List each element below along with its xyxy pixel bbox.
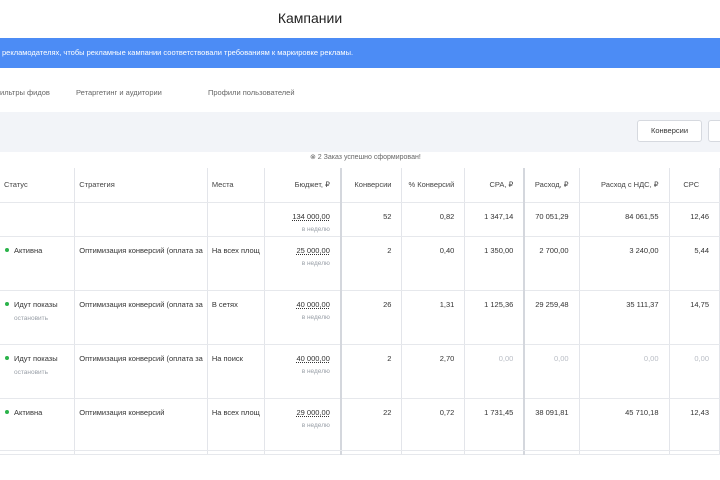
spend-cell: 29 259,48 xyxy=(524,290,580,345)
cpa-cell: 1 350,00 xyxy=(464,236,526,291)
info-banner: рекламодателях, чтобы рекламные кампании… xyxy=(0,38,720,68)
stop-link[interactable]: остановить xyxy=(14,313,58,324)
campaigns-page: Кампании рекламодателях, чтобы рекламные… xyxy=(0,0,720,480)
cpa-cell: 1 125,36 xyxy=(464,290,526,345)
column-header-strategy[interactable]: Стратегия xyxy=(74,168,208,203)
column-header-conversion-rate[interactable]: % Конверсий xyxy=(401,168,466,203)
toolbar-extra-button[interactable] xyxy=(708,120,720,142)
strategy-cell: Оптимизация конверсий xyxy=(74,398,208,455)
budget-cell: 29 000,00 в неделю xyxy=(264,398,342,455)
status-active-dot-icon xyxy=(5,248,9,252)
column-header-cpa[interactable]: CPA, ₽ xyxy=(464,168,526,203)
campaigns-table: Статус Стратегия Места Бюджет, ₽ Конверс… xyxy=(0,168,720,455)
column-header-places[interactable]: Места xyxy=(207,168,265,203)
budget-cell: 40 000,00 в неделю xyxy=(264,344,342,399)
budget-period: в неделю xyxy=(301,422,330,429)
totals-budget-cell: 134 000,00 в неделю xyxy=(264,202,342,237)
spend-cell: 2 700,00 xyxy=(524,236,580,291)
status-active-dot-icon xyxy=(5,356,9,360)
conversions-cell: 22 xyxy=(340,398,403,455)
budget-period: в неделю xyxy=(301,314,330,321)
column-header-status[interactable]: Статус xyxy=(0,168,76,203)
cpa-cell: 1 731,45 xyxy=(464,398,526,455)
column-header-budget[interactable]: Бюджет, ₽ xyxy=(264,168,342,203)
spend-vat-cell: 3 240,00 xyxy=(579,236,670,291)
column-header-spend[interactable]: Расход, ₽ xyxy=(524,168,580,203)
budget-period: в неделю xyxy=(301,260,330,267)
budget-cell: 25 000,00 в неделю xyxy=(264,236,342,291)
table-row[interactable]: Активна Оптимизация конверсий На всех пл… xyxy=(0,398,720,455)
totals-conversion-rate: 0,82 xyxy=(401,202,466,237)
conversions-button[interactable]: Конверсии xyxy=(637,120,702,142)
column-header-cpc[interactable]: CPC xyxy=(669,168,720,203)
budget-value[interactable]: 29 000,00 xyxy=(269,407,330,418)
budget-cell: 40 000,00 в неделю xyxy=(264,290,342,345)
strategy-cell: Оптимизация конверсий (оплата за xyxy=(74,236,208,291)
notice-text: ⊗ 2 Заказ успешно сформирован! xyxy=(310,154,421,161)
conversion-rate-cell: 2,70 xyxy=(401,344,466,399)
budget-period: в неделю xyxy=(301,368,330,375)
cpc-cell: 14,75 xyxy=(669,290,720,345)
tab-feed-filters[interactable]: ильтры фидов xyxy=(0,88,50,97)
places-cell: На всех площ xyxy=(207,398,265,455)
status-cell: Идут показы остановить xyxy=(0,344,76,399)
strategy-cell: Оптимизация конверсий (оплата за xyxy=(74,344,208,399)
table-row[interactable]: Идут показы остановить Оптимизация конве… xyxy=(0,344,720,399)
cpc-cell: 5,44 xyxy=(669,236,720,291)
status-label: Идут показы xyxy=(14,354,58,363)
budget-value[interactable]: 25 000,00 xyxy=(269,245,330,256)
spend-vat-cell: 0,00 xyxy=(579,344,670,399)
spend-vat-cell: 45 710,18 xyxy=(579,398,670,455)
table-row[interactable]: Активна Оптимизация конверсий (оплата за… xyxy=(0,236,720,291)
totals-budget-period: в неделю xyxy=(301,226,330,233)
conversion-rate-cell: 0,40 xyxy=(401,236,466,291)
status-label: Активна xyxy=(14,408,43,417)
status-label: Идут показы xyxy=(14,300,58,309)
spend-cell: 38 091,81 xyxy=(524,398,580,455)
status-cell: Идут показы остановить xyxy=(0,290,76,345)
column-header-conversions[interactable]: Конверсии xyxy=(340,168,403,203)
cpc-cell: 0,00 xyxy=(669,344,720,399)
column-header-spend-vat[interactable]: Расход с НДС, ₽ xyxy=(579,168,670,203)
places-cell: На всех площ xyxy=(207,236,265,291)
totals-spend: 70 051,29 xyxy=(524,202,580,237)
tab-retargeting[interactable]: Ретаргетинг и аудитории xyxy=(76,88,162,97)
places-cell: В сетях xyxy=(207,290,265,345)
conversion-rate-cell: 1,31 xyxy=(401,290,466,345)
status-cell: Активна xyxy=(0,236,76,291)
table-bottom-divider xyxy=(0,450,720,451)
conversions-cell: 2 xyxy=(340,344,403,399)
conversions-cell: 26 xyxy=(340,290,403,345)
status-active-dot-icon xyxy=(5,410,9,414)
totals-conversions: 52 xyxy=(340,202,403,237)
spend-cell: 0,00 xyxy=(524,344,580,399)
status-cell: Активна xyxy=(0,398,76,455)
totals-spend-vat: 84 061,55 xyxy=(579,202,670,237)
budget-value[interactable]: 40 000,00 xyxy=(269,299,330,310)
conversion-rate-cell: 0,72 xyxy=(401,398,466,455)
totals-cpc: 12,46 xyxy=(669,202,720,237)
conversions-cell: 2 xyxy=(340,236,403,291)
totals-row: 134 000,00 в неделю 52 0,82 1 347,14 70 … xyxy=(0,202,720,237)
totals-budget: 134 000,00 xyxy=(292,212,330,221)
tab-user-profiles[interactable]: Профили пользователей xyxy=(208,88,295,97)
page-title: Кампании xyxy=(277,10,343,26)
status-notice: ⊗ 2 Заказ успешно сформирован! xyxy=(0,150,720,168)
places-cell: На поиск xyxy=(207,344,265,399)
strategy-cell: Оптимизация конверсий (оплата за xyxy=(74,290,208,345)
budget-value[interactable]: 40 000,00 xyxy=(269,353,330,364)
table-row[interactable]: Идут показы остановить Оптимизация конве… xyxy=(0,290,720,345)
cpa-cell: 0,00 xyxy=(464,344,526,399)
status-label: Активна xyxy=(14,246,43,255)
table-header-row: Статус Стратегия Места Бюджет, ₽ Конверс… xyxy=(0,168,720,203)
stop-link[interactable]: остановить xyxy=(14,367,58,378)
totals-cpa: 1 347,14 xyxy=(464,202,526,237)
cpc-cell: 12,43 xyxy=(669,398,720,455)
status-active-dot-icon xyxy=(5,302,9,306)
spend-vat-cell: 35 111,37 xyxy=(579,290,670,345)
table-toolbar: Конверсии xyxy=(0,112,720,152)
